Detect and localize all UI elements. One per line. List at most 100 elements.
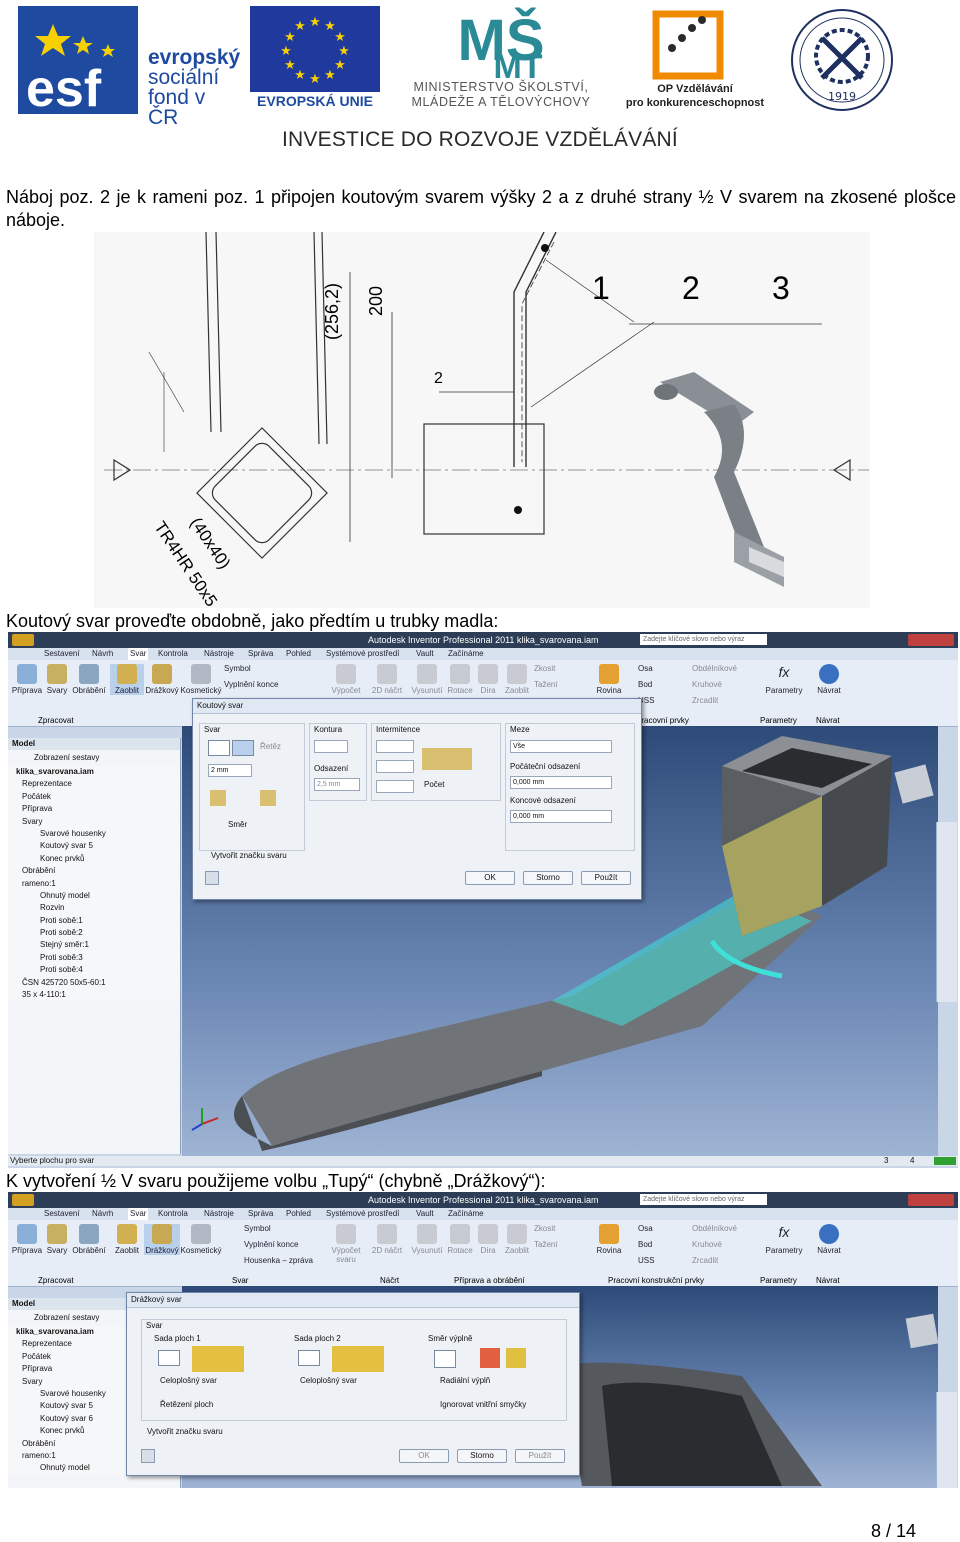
navrat-button-2[interactable]: Návrat <box>814 1224 844 1255</box>
vyplneni-konce-button[interactable]: Vyplnění konce <box>224 680 324 689</box>
tab2-vault[interactable]: Vault <box>416 1208 434 1220</box>
kruhove-button-2[interactable]: Kruhové <box>692 1240 762 1249</box>
tree-item[interactable]: Svary <box>12 816 180 828</box>
uss-button[interactable]: USS <box>638 696 678 705</box>
tab-sprava[interactable]: Správa <box>248 648 273 660</box>
vypocet-button-2[interactable]: Výpočet svaru <box>328 1224 364 1264</box>
intermitence-field-2[interactable] <box>376 760 414 773</box>
tree-item[interactable]: klika_svarovana.iam <box>12 766 180 778</box>
rotace-button[interactable]: Rotace <box>446 664 474 695</box>
tree-item[interactable]: rameno:1 <box>12 878 180 890</box>
tree-item[interactable]: Příprava <box>12 803 180 815</box>
viewcube-icon-2[interactable] <box>905 1313 939 1349</box>
tree-item[interactable]: Proti sobě:1 <box>12 915 180 927</box>
apply-button-2[interactable]: Použít <box>515 1449 565 1463</box>
navigation-bar-2[interactable] <box>936 1392 957 1488</box>
ok-button[interactable]: OK <box>465 871 515 885</box>
search-input[interactable]: Zadejte klíčové slovo nebo výraz <box>640 634 767 645</box>
tree-item[interactable]: Koutový svar 5 <box>12 840 180 852</box>
tazeni-button[interactable]: Tažení <box>534 680 584 689</box>
symbol-button[interactable]: Symbol <box>224 664 284 673</box>
start-offset-field[interactable]: 0,000 mm <box>510 776 612 789</box>
rotace-button-2[interactable]: Rotace <box>446 1224 474 1255</box>
window-controls[interactable] <box>908 634 954 646</box>
tab-vault[interactable]: Vault <box>416 648 434 660</box>
select-1-button[interactable] <box>208 740 230 756</box>
rovina-button-2[interactable]: Rovina <box>592 1224 626 1255</box>
window-controls-2[interactable] <box>908 1194 954 1206</box>
kosmeticky-button[interactable]: Kosmetický <box>180 664 222 695</box>
chain-checkbox[interactable]: Řetěz <box>260 742 281 751</box>
zrcadlit-button[interactable]: Zrcadlit <box>692 696 762 705</box>
tree-item[interactable]: Konec prvků <box>12 853 180 865</box>
zaoblit-button-2[interactable]: Zaoblit <box>502 1224 532 1255</box>
tab-systemove-prostredi[interactable]: Systémové prostředí <box>326 648 399 660</box>
drazkovy-button[interactable]: Drážkový <box>144 664 180 695</box>
tab2-sestaveni[interactable]: Sestavení <box>44 1208 80 1220</box>
navigation-bar[interactable] <box>936 822 957 1002</box>
search-input-2[interactable]: Zadejte klíčové slovo nebo výraz <box>640 1194 767 1205</box>
drazkovy-button-2[interactable]: Drážkový <box>144 1224 180 1255</box>
weld-option-2-icon[interactable] <box>260 790 276 806</box>
tab-navrh[interactable]: Návrh <box>92 648 113 660</box>
tazeni-button-2[interactable]: Tažení <box>534 1240 584 1249</box>
direction-label[interactable]: Směr <box>228 820 247 829</box>
parametry-button-2[interactable]: fx Parametry <box>762 1224 806 1255</box>
obrabeni-button[interactable]: Obrábění <box>70 664 108 695</box>
assembly-view-dropdown[interactable]: Zobrazení sestavy <box>8 750 180 766</box>
tab2-pohled[interactable]: Pohled <box>286 1208 311 1220</box>
help-icon[interactable] <box>205 871 219 885</box>
obdelnikove-button-2[interactable]: Obdélníkové <box>692 1224 762 1233</box>
obdelnikove-button[interactable]: Obdélníkové <box>692 664 762 673</box>
tab2-kontrola[interactable]: Kontrola <box>158 1208 188 1220</box>
viewcube-icon[interactable] <box>894 764 934 804</box>
kruhove-button[interactable]: Kruhové <box>692 680 762 689</box>
housenka-zprava-button[interactable]: Housenka – zpráva <box>244 1256 328 1265</box>
weld-symbol-checkbox[interactable]: Vytvořit značku svaru <box>211 851 287 860</box>
dira-button-2[interactable]: Díra <box>476 1224 500 1255</box>
priprava-button[interactable]: Příprava <box>10 664 44 695</box>
help-icon-2[interactable] <box>141 1449 155 1463</box>
tab-pohled[interactable]: Pohled <box>286 648 311 660</box>
intermitence-field-3[interactable] <box>376 780 414 793</box>
tab-svar[interactable]: Svar <box>128 648 149 660</box>
priprava-button-2[interactable]: Příprava <box>10 1224 44 1255</box>
cancel-button[interactable]: Storno <box>523 871 573 885</box>
tab-nastroje[interactable]: Nástroje <box>204 648 234 660</box>
select-2-button[interactable] <box>232 740 254 756</box>
tab2-nastroje[interactable]: Nástroje <box>204 1208 234 1220</box>
tree-item[interactable]: Reprezentace <box>12 778 180 790</box>
vysunuti-button-2[interactable]: Vysunutí <box>410 1224 444 1255</box>
sketch-2d-button-2[interactable]: 2D náčrt <box>370 1224 404 1255</box>
svary-button-2[interactable]: Svary <box>44 1224 70 1255</box>
tree-item[interactable]: Obrábění <box>12 865 180 877</box>
obrabeni-button-2[interactable]: Obrábění <box>70 1224 108 1255</box>
ignore-loops-checkbox[interactable]: Ignorovat vnitřní smyčky <box>440 1400 526 1409</box>
end-offset-field[interactable]: 0,000 mm <box>510 810 612 823</box>
inventor-app-icon[interactable] <box>12 634 34 646</box>
vyplneni-konce-button-2[interactable]: Vyplnění konce <box>244 1240 328 1249</box>
weld-size-field[interactable]: 2 mm <box>208 764 252 777</box>
bod-button[interactable]: Bod <box>638 680 678 689</box>
osa-button[interactable]: Osa <box>638 664 678 673</box>
tab-sestaveni[interactable]: Sestavení <box>44 648 80 660</box>
inventor-app-icon-2[interactable] <box>12 1194 34 1206</box>
weld-symbol-checkbox-2[interactable]: Vytvořit značku svaru <box>147 1427 223 1436</box>
tab2-navrh[interactable]: Návrh <box>92 1208 113 1220</box>
zrcadlit-button-2[interactable]: Zrcadlit <box>692 1256 762 1265</box>
meze-dropdown[interactable]: Vše <box>510 740 612 753</box>
osa-button-2[interactable]: Osa <box>638 1224 678 1233</box>
full-weld-2-checkbox[interactable]: Celoplošný svar <box>300 1376 357 1385</box>
tab2-svar[interactable]: Svar <box>128 1208 149 1220</box>
navrat-button[interactable]: Návrat <box>814 664 844 695</box>
kosmeticky-button-2[interactable]: Kosmetický <box>180 1224 222 1255</box>
tree-item[interactable]: Proti sobě:3 <box>12 952 180 964</box>
full-weld-1-checkbox[interactable]: Celoplošný svar <box>160 1376 217 1385</box>
fill-direction-select[interactable] <box>434 1350 456 1368</box>
tab2-sprava[interactable]: Správa <box>248 1208 273 1220</box>
tab-zaciname[interactable]: Začínáme <box>448 648 484 660</box>
tree-item[interactable]: Svarové housenky <box>12 828 180 840</box>
tree-item[interactable]: Proti sobě:2 <box>12 927 180 939</box>
vysunuti-button[interactable]: Vysunutí <box>410 664 444 695</box>
apply-button[interactable]: Použít <box>581 871 631 885</box>
